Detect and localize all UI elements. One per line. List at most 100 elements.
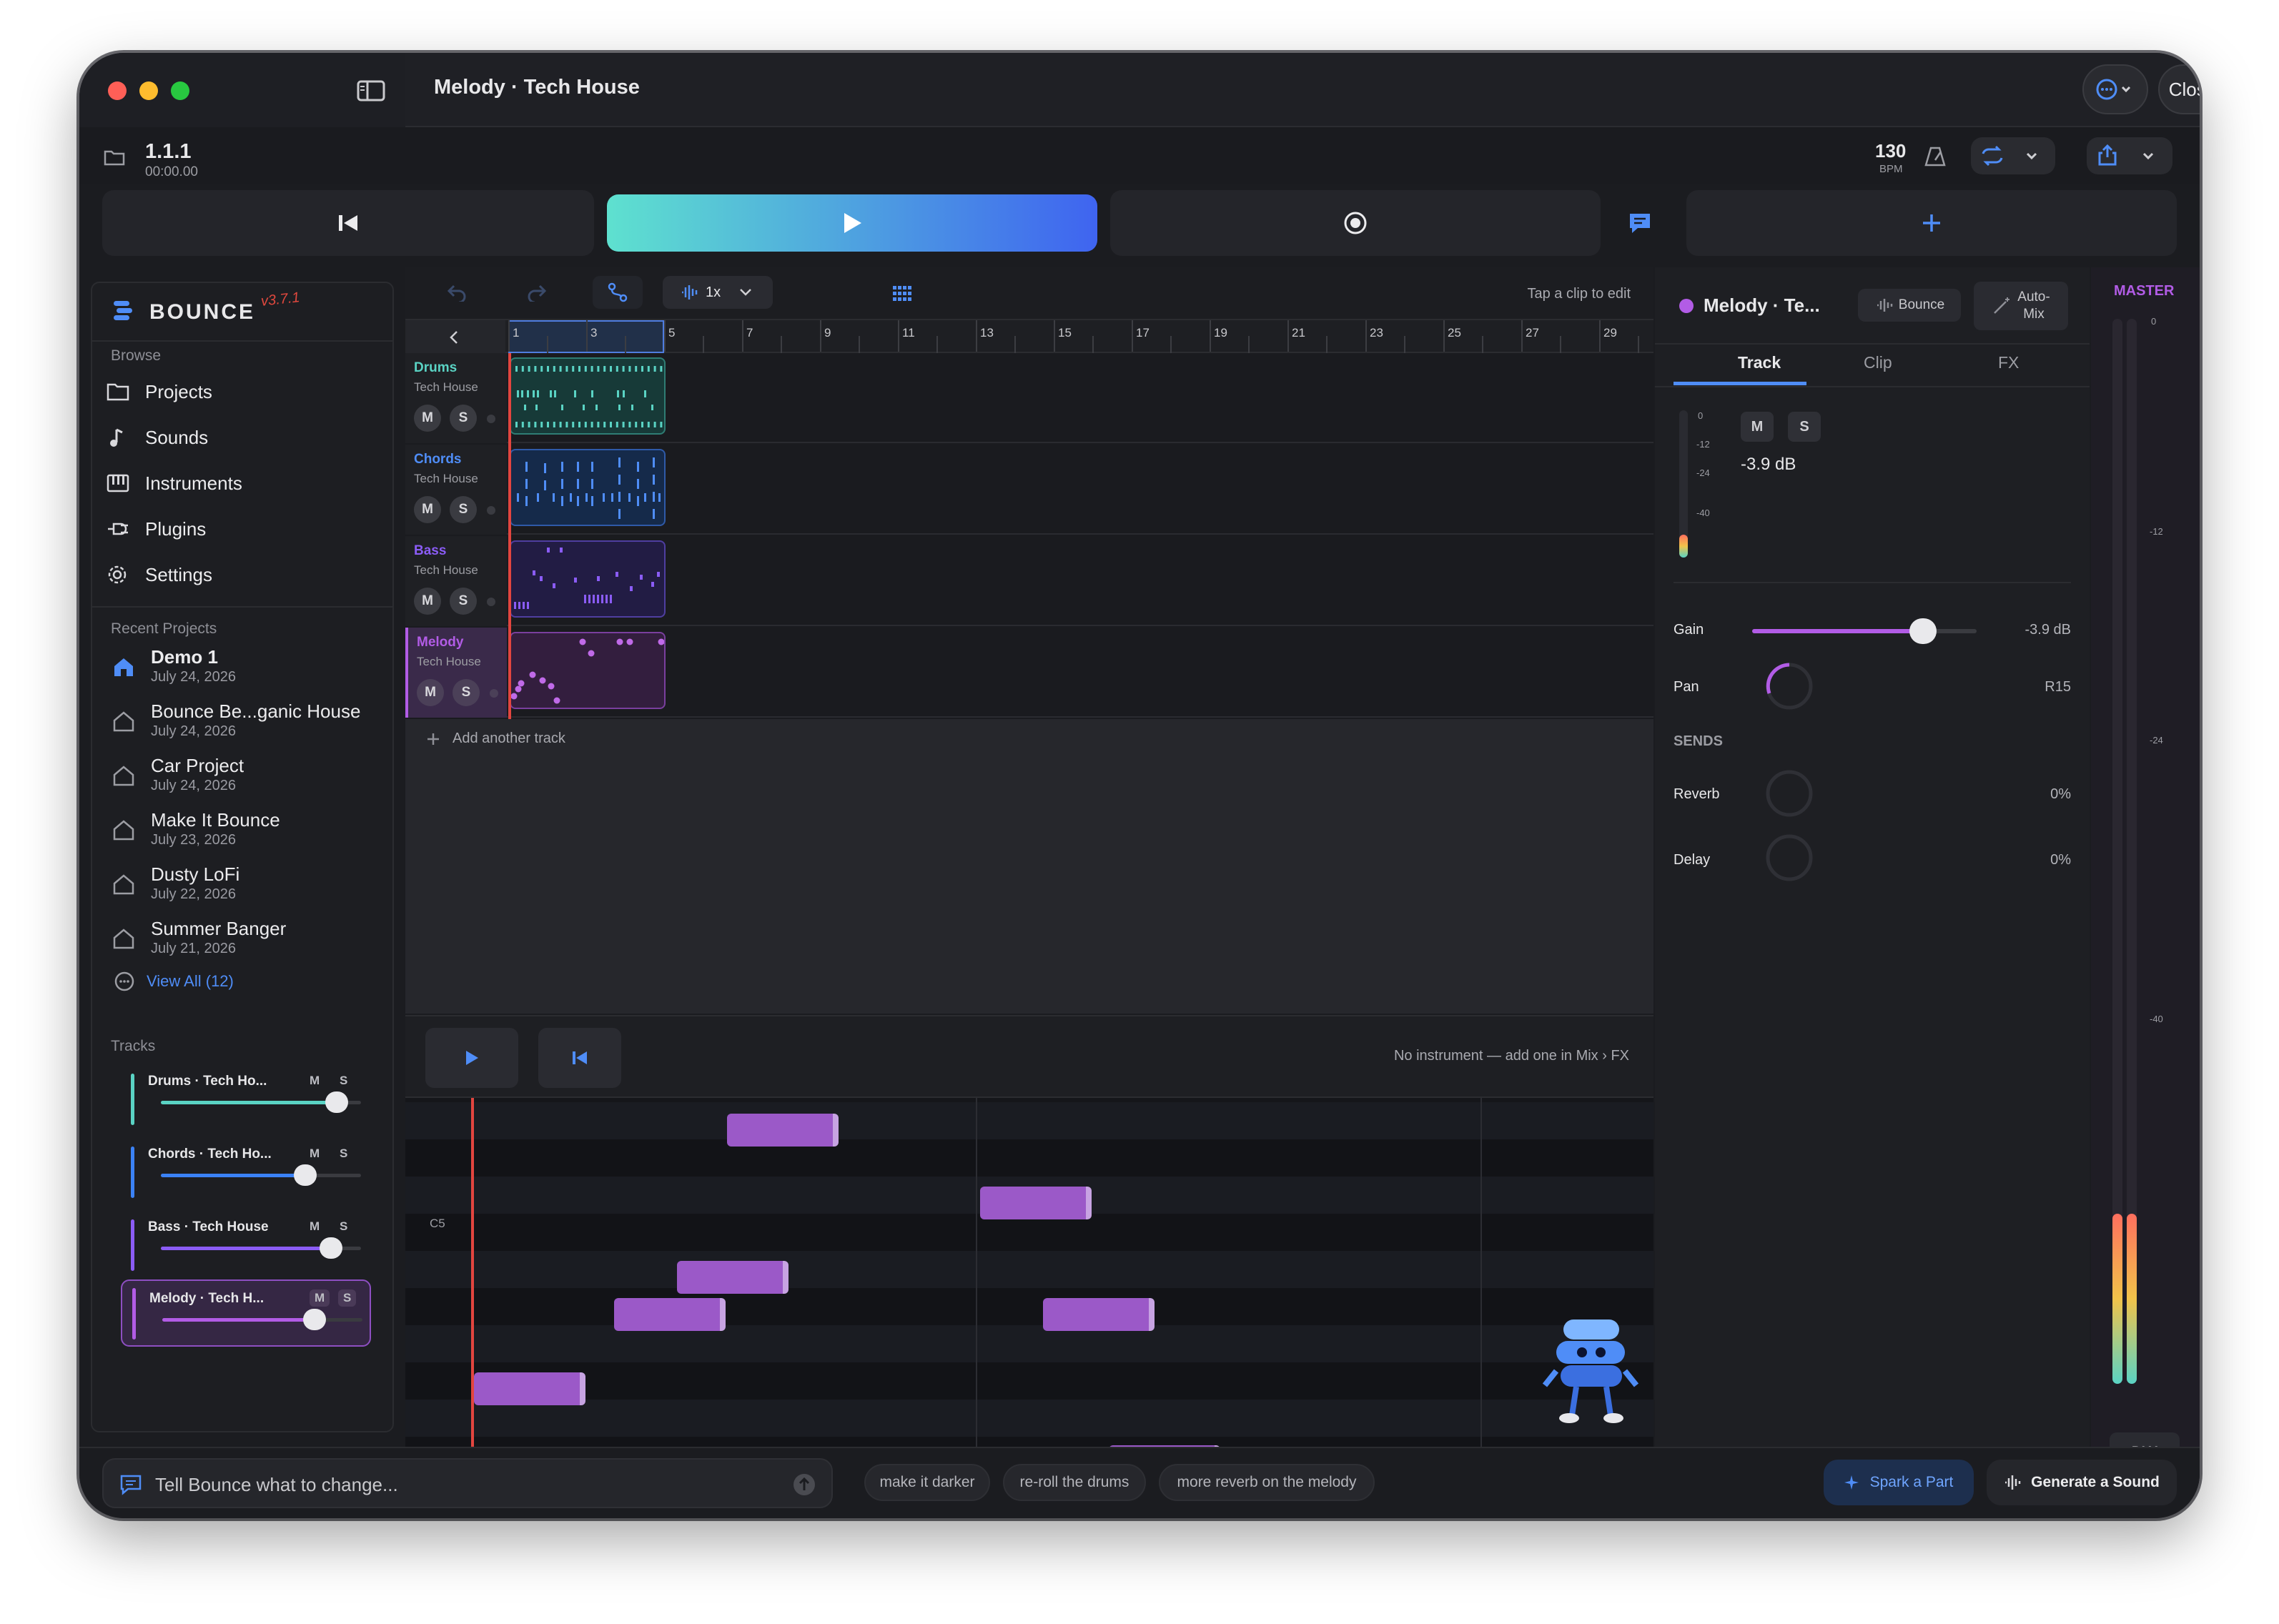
solo-button[interactable]: S [340, 1219, 347, 1234]
sidebar-item-settings[interactable]: Settings [107, 553, 212, 596]
mute-button[interactable]: M [310, 1147, 320, 1161]
mute-button[interactable]: M [414, 588, 441, 615]
volume-slider[interactable] [161, 1164, 361, 1186]
solo-button[interactable]: S [450, 405, 477, 432]
mute-button[interactable]: M [310, 1074, 320, 1088]
rewind-button[interactable] [102, 190, 594, 256]
midi-note[interactable] [727, 1114, 839, 1147]
chevron-left-icon[interactable] [448, 330, 460, 345]
play-button[interactable] [607, 194, 1097, 252]
lane-melody[interactable]: Melody Tech House M S [405, 628, 1653, 718]
chat-icon[interactable] [1628, 212, 1652, 234]
piano-play-button[interactable] [425, 1028, 518, 1088]
sidebar-track-chords[interactable]: Chords · Tech Ho... M S [121, 1142, 371, 1204]
add-button[interactable] [1686, 190, 2177, 256]
lane-bass[interactable]: Bass Tech House M S [405, 536, 1653, 626]
solo-button[interactable]: S [338, 1289, 357, 1307]
more-options-button[interactable] [2082, 64, 2148, 114]
midi-note[interactable] [677, 1261, 788, 1294]
folder-icon[interactable] [104, 149, 125, 166]
mute-button[interactable]: M [414, 405, 441, 432]
sidebar-item-instruments[interactable]: Instruments [107, 462, 242, 505]
suggestion-chip[interactable]: re-roll the drums [1003, 1464, 1146, 1501]
piano-roll-grid[interactable] [405, 1098, 1653, 1500]
record-arm-button[interactable] [487, 598, 495, 606]
sidebar-track-melody[interactable]: Melody · Tech H... M S [121, 1279, 371, 1347]
solo-button[interactable]: S [450, 588, 477, 615]
solo-button[interactable]: S [453, 679, 480, 706]
automation-button[interactable] [593, 276, 643, 309]
tab-clip[interactable]: Clip [1864, 353, 1892, 372]
volume-knob[interactable] [293, 1164, 317, 1186]
delay-knob[interactable] [1764, 832, 1815, 883]
record-arm-button[interactable] [487, 506, 495, 515]
suggestion-chip[interactable]: make it darker [864, 1464, 990, 1501]
add-track-row[interactable]: Add another track [425, 731, 565, 747]
volume-slider[interactable] [161, 1091, 361, 1113]
mute-button[interactable]: M [310, 1289, 330, 1307]
close-button[interactable]: Close [2158, 64, 2200, 114]
piano-rewind-button[interactable] [538, 1028, 621, 1088]
solo-button[interactable]: S [340, 1074, 347, 1088]
close-window-button[interactable] [108, 81, 127, 100]
tempo-value[interactable]: 130 [1875, 140, 1906, 162]
bounce-button[interactable]: Bounce [1858, 289, 1961, 322]
solo-button[interactable]: S [450, 496, 477, 523]
gain-knob[interactable] [1909, 618, 1937, 644]
lane-drums[interactable]: Drums Tech House M S [405, 353, 1653, 443]
view-all-link[interactable]: View All (12) [147, 972, 234, 991]
lane-chords[interactable]: Chords Tech House M S [405, 445, 1653, 535]
suggestion-chip[interactable]: more reverb on the melody [1159, 1464, 1375, 1501]
volume-knob[interactable] [320, 1237, 342, 1259]
spark-part-button[interactable]: Spark a Part [1824, 1460, 1974, 1505]
pan-knob[interactable] [1764, 660, 1815, 712]
mute-button[interactable]: M [310, 1219, 320, 1234]
undo-icon[interactable] [447, 283, 468, 302]
volume-knob[interactable] [302, 1309, 326, 1330]
share-button[interactable] [2087, 137, 2172, 174]
clip-chords[interactable] [510, 449, 666, 526]
redo-icon[interactable] [525, 283, 547, 302]
sidebar-item-projects[interactable]: Projects [107, 370, 212, 413]
mute-button[interactable]: M [417, 679, 444, 706]
record-arm-button[interactable] [490, 689, 498, 698]
recent-project[interactable]: Dusty LoFi July 22, 2026 [107, 859, 385, 911]
recent-project[interactable]: Bounce Be...ganic House July 24, 2026 [107, 696, 385, 748]
playhead[interactable] [508, 353, 511, 719]
volume-knob[interactable] [325, 1091, 349, 1113]
grid-icon[interactable] [891, 283, 913, 303]
sidebar-item-sounds[interactable]: Sounds [107, 416, 208, 459]
gain-slider[interactable] [1752, 618, 1977, 644]
clip-melody[interactable] [510, 632, 666, 709]
metronome-icon[interactable] [1924, 146, 1947, 167]
recent-project[interactable]: Make It Bounce July 23, 2026 [107, 805, 385, 856]
record-button[interactable] [1110, 190, 1601, 256]
sidebar-toggle-icon[interactable] [357, 80, 385, 102]
recent-project[interactable]: Car Project July 24, 2026 [107, 751, 385, 802]
sidebar-item-plugins[interactable]: Plugins [107, 508, 206, 550]
midi-note[interactable] [980, 1187, 1092, 1219]
recent-project[interactable]: Summer Banger July 21, 2026 [107, 914, 385, 965]
zoom-select[interactable]: 1x [663, 276, 773, 309]
solo-button[interactable]: S [340, 1147, 347, 1161]
timeline-ruler[interactable]: 1 3 5 7 9 11 13 15 17 19 21 23 25 27 29 [405, 319, 1653, 353]
prompt-input[interactable]: Tell Bounce what to change... [102, 1458, 833, 1508]
record-arm-button[interactable] [487, 415, 495, 423]
loop-button[interactable] [1971, 137, 2055, 174]
mute-button[interactable]: M [1741, 412, 1774, 442]
reverb-knob[interactable] [1764, 768, 1815, 819]
volume-slider[interactable] [162, 1309, 362, 1330]
send-arrow-icon[interactable] [793, 1473, 816, 1496]
midi-note[interactable] [1043, 1298, 1155, 1331]
sidebar-track-bass[interactable]: Bass · Tech House M S [121, 1215, 371, 1277]
tab-fx[interactable]: FX [1998, 353, 2019, 372]
minimize-window-button[interactable] [139, 81, 158, 100]
volume-slider[interactable] [161, 1237, 361, 1259]
sidebar-track-drums[interactable]: Drums · Tech Ho... M S [121, 1069, 371, 1131]
mute-button[interactable]: M [414, 496, 441, 523]
automix-button[interactable]: Auto- Mix [1974, 282, 2068, 330]
zoom-window-button[interactable] [171, 81, 189, 100]
generate-sound-button[interactable]: Generate a Sound [1987, 1460, 2177, 1505]
recent-project[interactable]: Demo 1 July 24, 2026 [107, 642, 385, 693]
solo-button[interactable]: S [1788, 412, 1821, 442]
